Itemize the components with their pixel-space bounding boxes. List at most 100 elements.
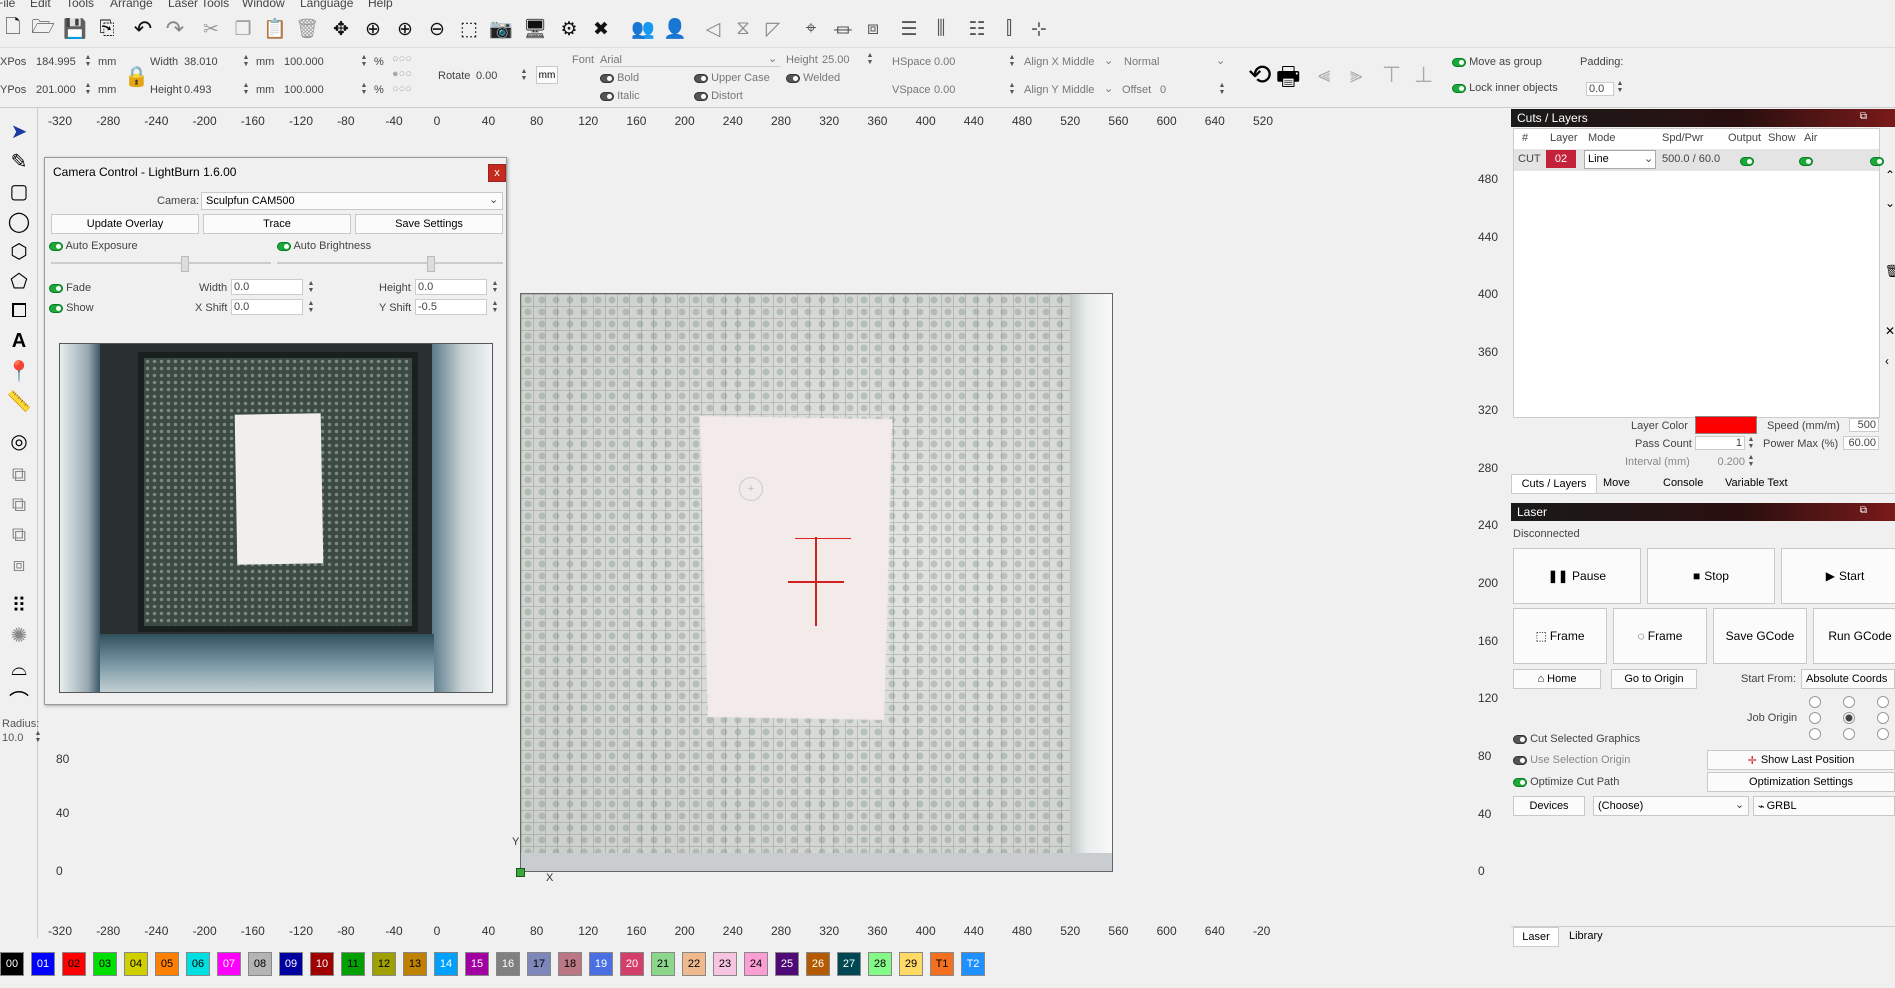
select-icon[interactable]: ➤ (6, 118, 32, 144)
palette-swatch-29[interactable]: 29 (899, 952, 923, 976)
measure-icon[interactable]: ⊹ (1026, 16, 1052, 42)
speed-input[interactable]: 500 (1849, 418, 1879, 432)
exposure-slider-handle[interactable] (181, 256, 189, 272)
align-center-icon[interactable]: ⫸ (1350, 62, 1362, 88)
palette-swatch-26[interactable]: 26 (806, 952, 830, 976)
exposure-slider-track[interactable] (51, 262, 271, 264)
hspace-spin[interactable]: ▲ ▼ (1008, 54, 1016, 68)
palette-swatch-11[interactable]: 11 (341, 952, 365, 976)
palette-swatch-14[interactable]: 14 (434, 952, 458, 976)
auto-brightness-toggle[interactable] (277, 241, 291, 251)
pentagon-icon[interactable]: ⬠ (6, 268, 32, 294)
welded-toggle[interactable] (786, 73, 800, 83)
chevron-down-icon[interactable]: ⌄ (1735, 798, 1744, 811)
origin-radio-tc[interactable] (1843, 696, 1855, 708)
camera-icon[interactable]: 📷 (488, 16, 514, 42)
cam-height-spin[interactable]: ▲ ▼ (491, 280, 499, 294)
origin-radio-tr[interactable] (1877, 696, 1889, 708)
distort-toggle[interactable] (694, 91, 708, 101)
origin-radio-br[interactable] (1877, 728, 1889, 740)
use-selection-toggle[interactable] (1513, 755, 1527, 765)
palette-swatch-06[interactable]: 06 (186, 952, 210, 976)
vspace-value[interactable]: 0.00 (934, 84, 955, 96)
palette-swatch-T2[interactable]: T2 (961, 952, 985, 976)
menu-arrange[interactable]: Arrange (110, 0, 153, 10)
menu-language[interactable]: Language (300, 0, 353, 10)
radius-value[interactable]: 10.0 (2, 732, 23, 744)
boolean-subtract-icon[interactable]: ⧉ (6, 492, 32, 518)
row-layer-badge[interactable]: 02 (1546, 150, 1576, 168)
origin-radio-tl[interactable] (1809, 696, 1821, 708)
float-icon[interactable]: ⧉ (1860, 111, 1867, 122)
circular-array-icon[interactable]: ✺ (6, 622, 32, 648)
delete-layer-icon[interactable]: 🗑 (1885, 264, 1895, 278)
position-icon[interactable]: ⌖ (798, 16, 824, 42)
offset-icon[interactable]: ◎ (6, 428, 32, 454)
font-select[interactable]: Arial (600, 54, 780, 67)
palette-swatch-03[interactable]: 03 (93, 952, 117, 976)
pass-count-spin[interactable]: ▲ ▼ (1747, 436, 1755, 450)
text-mode-select[interactable]: Normal (1124, 56, 1159, 68)
tab-laser[interactable]: Laser (1513, 927, 1559, 947)
scale-w[interactable]: 100.000 (284, 56, 324, 68)
palette-swatch-09[interactable]: 09 (279, 952, 303, 976)
ruler-icon[interactable]: 📏 (6, 388, 32, 414)
chevron-down-icon[interactable]: ⌄ (1104, 82, 1113, 95)
align-left-icon[interactable]: ⫷ (1318, 62, 1330, 88)
align-bottom-icon[interactable]: ⊥ (1414, 62, 1433, 88)
new-file-icon[interactable]: 🗋 (0, 16, 26, 42)
offset-value[interactable]: 0 (1160, 84, 1166, 96)
start-button[interactable]: ▶ Start (1781, 548, 1895, 604)
copy-icon[interactable]: ❐ (230, 16, 256, 42)
rectangle-icon[interactable]: ▢ (6, 178, 32, 204)
save-as-icon[interactable]: ⎘ (94, 16, 120, 42)
boolean-intersect-icon[interactable]: ⧉ (6, 522, 32, 548)
save-gcode-button[interactable]: Save GCode (1713, 608, 1807, 664)
xshift-spin[interactable]: ▲ ▼ (307, 300, 315, 314)
cut-selected-toggle[interactable] (1513, 734, 1527, 744)
move-down-icon[interactable]: ⌄ (1885, 196, 1895, 210)
tab-variable-text[interactable]: Variable Text (1725, 477, 1788, 489)
chevron-down-icon[interactable]: ⌄ (489, 193, 498, 206)
tab-library[interactable]: Library (1569, 930, 1603, 942)
xpos-spin[interactable]: ▲ ▼ (84, 54, 92, 68)
row-air-toggle[interactable] (1870, 156, 1885, 166)
font-height-spin[interactable]: ▲ ▼ (866, 52, 874, 66)
pass-count-input[interactable]: 1 (1695, 436, 1745, 450)
palette-swatch-19[interactable]: 19 (589, 952, 613, 976)
scale-h-spin[interactable]: ▲ ▼ (360, 82, 368, 96)
palette-swatch-24[interactable]: 24 (744, 952, 768, 976)
brightness-slider-track[interactable] (277, 262, 503, 264)
upper-case-toggle[interactable] (694, 73, 708, 83)
update-overlay-button[interactable]: Update Overlay (51, 214, 199, 234)
run-gcode-button[interactable]: Run GCode (1813, 608, 1895, 664)
go-to-origin-button[interactable]: Go to Origin (1611, 669, 1697, 689)
devices-button[interactable]: Devices (1513, 796, 1585, 816)
home-button[interactable]: ⌂ Home (1513, 669, 1601, 689)
distribute-b-icon[interactable]: ⫿ (996, 16, 1022, 42)
scale-w-spin[interactable]: ▲ ▼ (360, 54, 368, 68)
move-up-icon[interactable]: ⌃ (1885, 168, 1895, 182)
interval-spin[interactable]: ▲ ▼ (1747, 454, 1755, 468)
padding-input[interactable]: 0.0 (1586, 82, 1614, 96)
aligny-select[interactable]: Middle (1062, 84, 1094, 96)
menu-tools[interactable]: Tools (66, 0, 94, 10)
align-a-icon[interactable]: ⏛ (830, 16, 856, 42)
align-top-icon[interactable]: ⊤ (1382, 62, 1401, 88)
rotate-value[interactable]: 0.00 (476, 70, 497, 82)
ellipse-icon[interactable]: ◯ (6, 208, 32, 234)
zoom-out-icon[interactable]: ⊖ (424, 16, 450, 42)
palette-swatch-00[interactable]: 00 (0, 952, 24, 976)
show-last-position-button[interactable]: ✛ Show Last Position (1707, 750, 1895, 770)
chevron-down-icon[interactable]: ⌄ (1104, 54, 1113, 67)
menu-help[interactable]: Help (368, 0, 393, 10)
palette-swatch-25[interactable]: 25 (775, 952, 799, 976)
ypos-value[interactable]: 201.000 (36, 84, 76, 96)
xshift-input[interactable]: 0.0 (231, 299, 303, 315)
optimization-settings-button[interactable]: Optimization Settings (1707, 772, 1895, 792)
weld-icon[interactable]: ⧈ (6, 552, 32, 578)
redo-icon[interactable]: ↷ (162, 16, 188, 42)
palette-swatch-12[interactable]: 12 (372, 952, 396, 976)
mirror-v-icon[interactable]: ⧖ (730, 16, 756, 42)
camera-preview-image[interactable] (59, 343, 493, 693)
